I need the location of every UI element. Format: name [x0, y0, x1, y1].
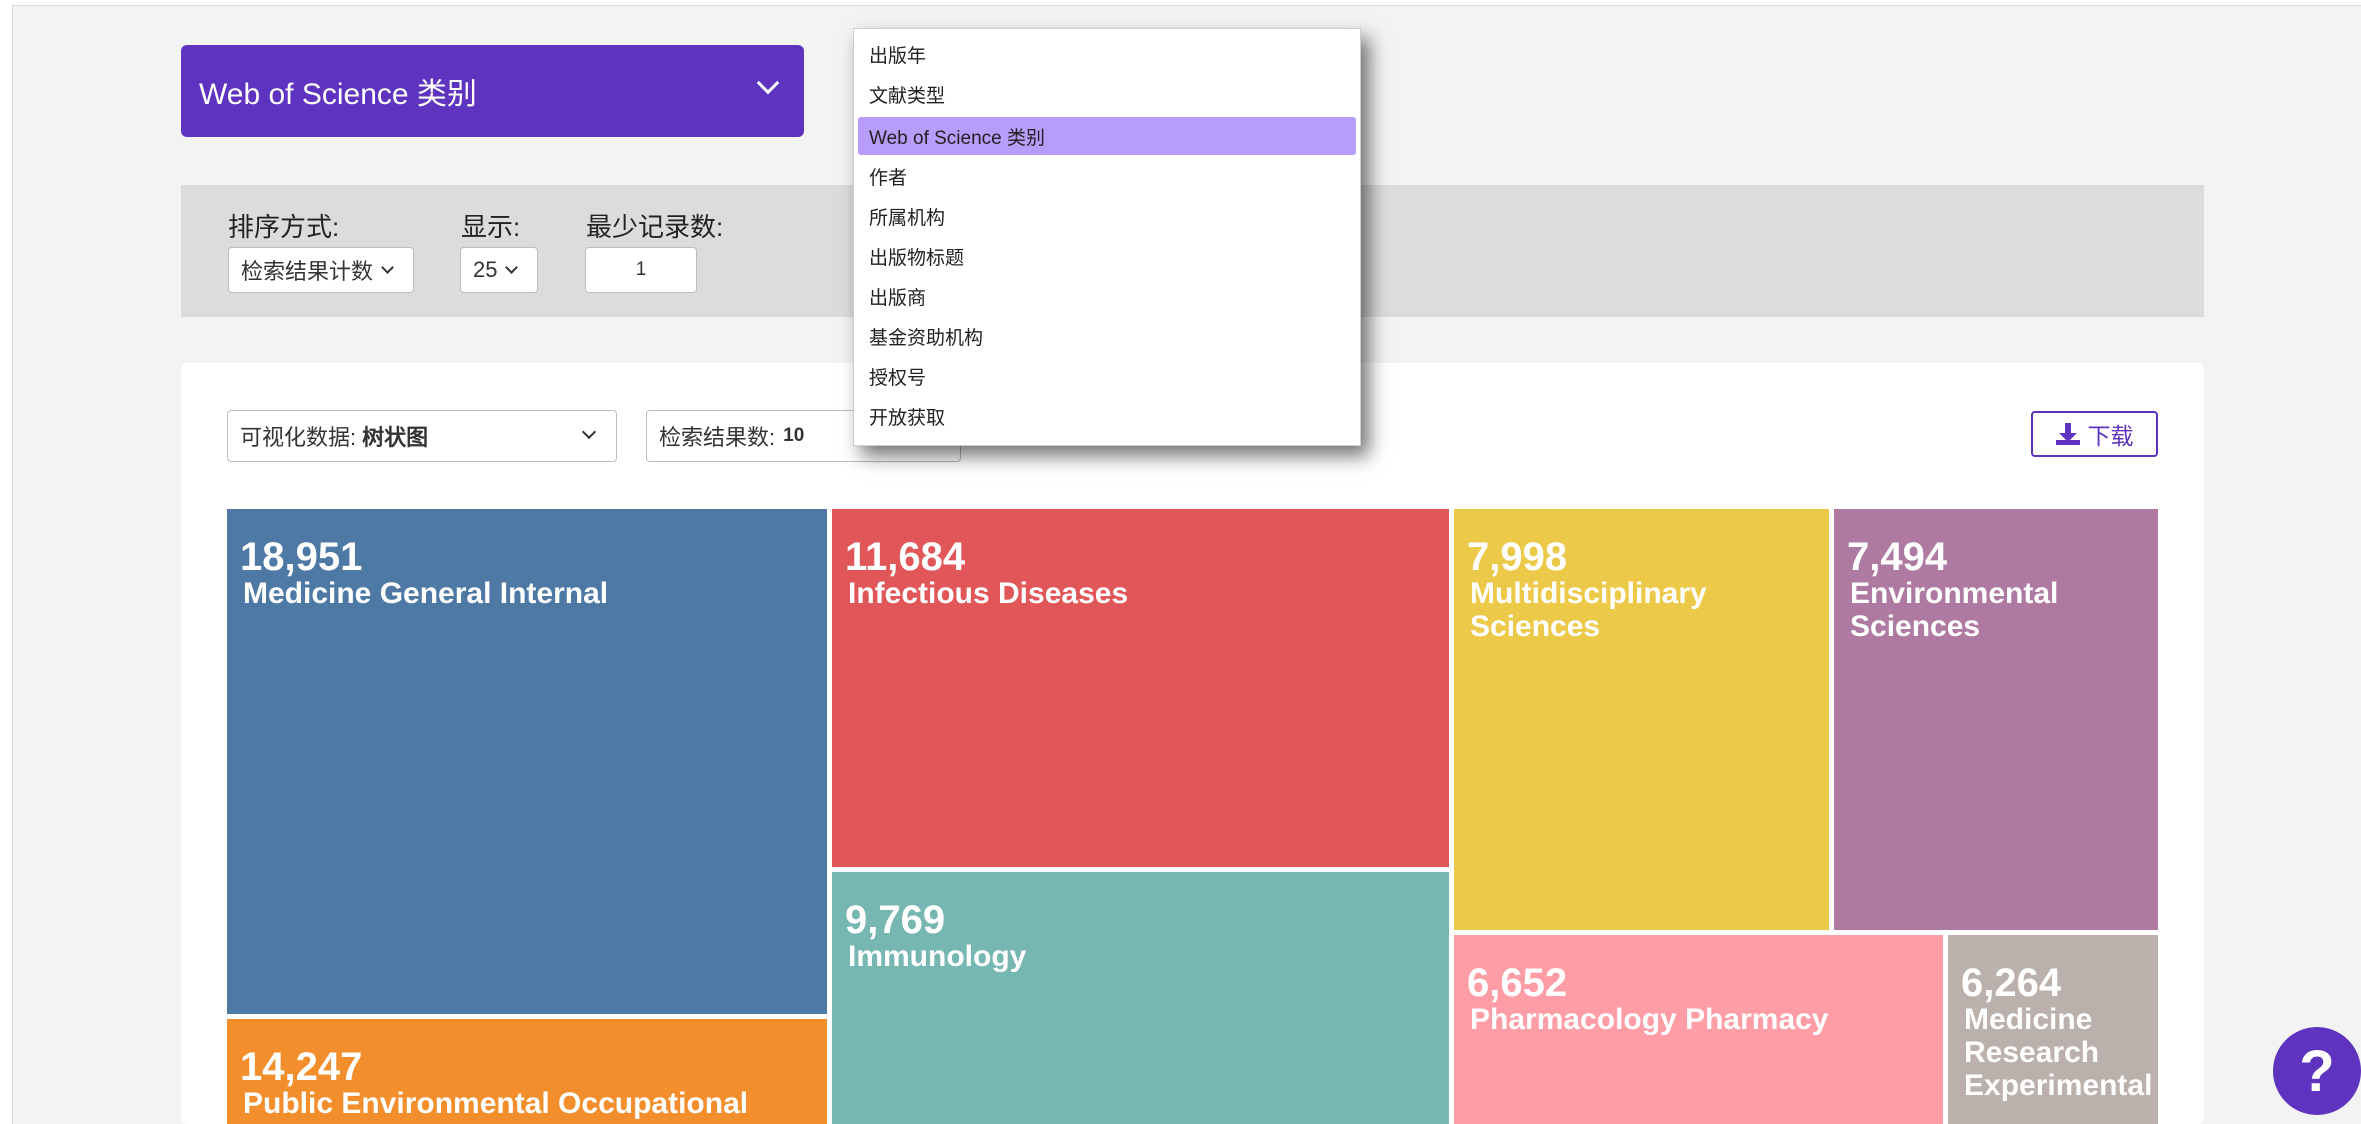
dropdown-item[interactable]: 授权号	[858, 357, 1356, 395]
min-records-value: 1	[635, 259, 647, 280]
treemap-tile[interactable]: 7,998 Multidisciplinary Sciences	[1454, 509, 1829, 930]
show-label: 显示:	[461, 212, 521, 242]
treemap-tile-label: Infectious Diseases	[848, 577, 1129, 610]
min-records-label: 最少记录数:	[586, 212, 724, 242]
treemap-tile[interactable]: 6,264 Medicine Research Experimental	[1948, 935, 2158, 1124]
visualization-panel: 可视化数据: 树状图 检索结果数: 10 下载 18,951 Medicine G…	[181, 363, 2204, 1124]
treemap-tile-label: Multidisciplinary Sciences	[1470, 577, 1707, 643]
dropdown-item[interactable]: Web of Science 类别	[858, 117, 1356, 155]
min-records-input[interactable]: 1	[585, 247, 697, 293]
download-icon	[2055, 423, 2080, 445]
field-select-dropdown[interactable]: Web of Science 类别	[181, 45, 804, 137]
treemap-tile-value: 6,652	[1467, 961, 1568, 1005]
treemap-tile-value: 14,247	[240, 1045, 363, 1089]
treemap-tile-label: Medicine General Internal	[243, 577, 609, 610]
treemap-tile[interactable]: 14,247 Public Environmental Occupational	[227, 1019, 827, 1124]
dropdown-item[interactable]: 出版物标题	[858, 237, 1356, 275]
treemap-tile-value: 9,769	[845, 898, 946, 942]
sort-select[interactable]: 检索结果计数	[228, 247, 414, 293]
help-icon: ?	[2299, 1038, 2335, 1104]
treemap-chart: 18,951 Medicine General Internal 14,247 Pub…	[227, 509, 2158, 1124]
treemap-tile-value: 7,494	[1847, 535, 1948, 579]
treemap-tile[interactable]: 18,951 Medicine General Internal	[227, 509, 827, 1014]
treemap-tile[interactable]: 7,494 Environmental Sciences	[1834, 509, 2158, 930]
visualization-type-value: 树状图	[362, 425, 429, 450]
dropdown-item[interactable]: 出版年	[858, 35, 1356, 73]
chevron-down-icon	[505, 260, 519, 274]
download-label: 下载	[2087, 423, 2134, 449]
chevron-down-icon	[381, 260, 394, 274]
dropdown-item[interactable]: 基金资助机构	[858, 317, 1356, 355]
chevron-down-icon	[581, 424, 597, 440]
dropdown-item[interactable]: 出版商	[858, 277, 1356, 315]
result-count-prefix: 检索结果数:	[659, 425, 776, 450]
treemap-tile-value: 6,264	[1961, 961, 2062, 1005]
dropdown-item[interactable]: 文献类型	[858, 75, 1356, 113]
field-select-menu: 出版年 文献类型 Web of Science 类别 作者 所属机构 出版物标题 出版商 基金…	[853, 28, 1361, 446]
visualization-type-select[interactable]: 可视化数据: 树状图	[227, 410, 617, 462]
download-button[interactable]: 下载	[2031, 411, 2158, 457]
visualization-type-prefix: 可视化数据:	[240, 425, 357, 450]
dropdown-item[interactable]: 开放获取	[858, 397, 1356, 435]
treemap-tile-value: 11,684	[845, 535, 966, 579]
treemap-tile-value: 18,951	[240, 535, 363, 579]
result-count-value: 10	[783, 425, 805, 446]
field-select-label: Web of Science 类别	[199, 78, 477, 111]
treemap-tile-label: Environmental Sciences	[1850, 577, 2059, 643]
chevron-down-icon	[756, 71, 780, 95]
treemap-tile-value: 7,998	[1467, 535, 1568, 579]
sort-value: 检索结果计数	[241, 259, 374, 284]
treemap-tile-label: Public Environmental Occupational	[243, 1087, 749, 1120]
treemap-tile[interactable]: 11,684 Infectious Diseases	[832, 509, 1449, 867]
treemap-tile-label: Immunology	[848, 940, 1027, 973]
show-value: 25	[473, 257, 498, 282]
show-select[interactable]: 25	[460, 247, 538, 293]
treemap-tile[interactable]: 9,769 Immunology	[832, 872, 1449, 1124]
treemap-tile-label: Medicine Research Experimental	[1964, 1003, 2153, 1102]
treemap-tile-label: Pharmacology Pharmacy	[1470, 1003, 1829, 1036]
help-button[interactable]: ?	[2273, 1027, 2361, 1115]
treemap-tile[interactable]: 6,652 Pharmacology Pharmacy	[1454, 935, 1943, 1124]
dropdown-item[interactable]: 作者	[858, 157, 1356, 195]
sort-label: 排序方式:	[228, 212, 340, 242]
dropdown-item[interactable]: 所属机构	[858, 197, 1356, 235]
